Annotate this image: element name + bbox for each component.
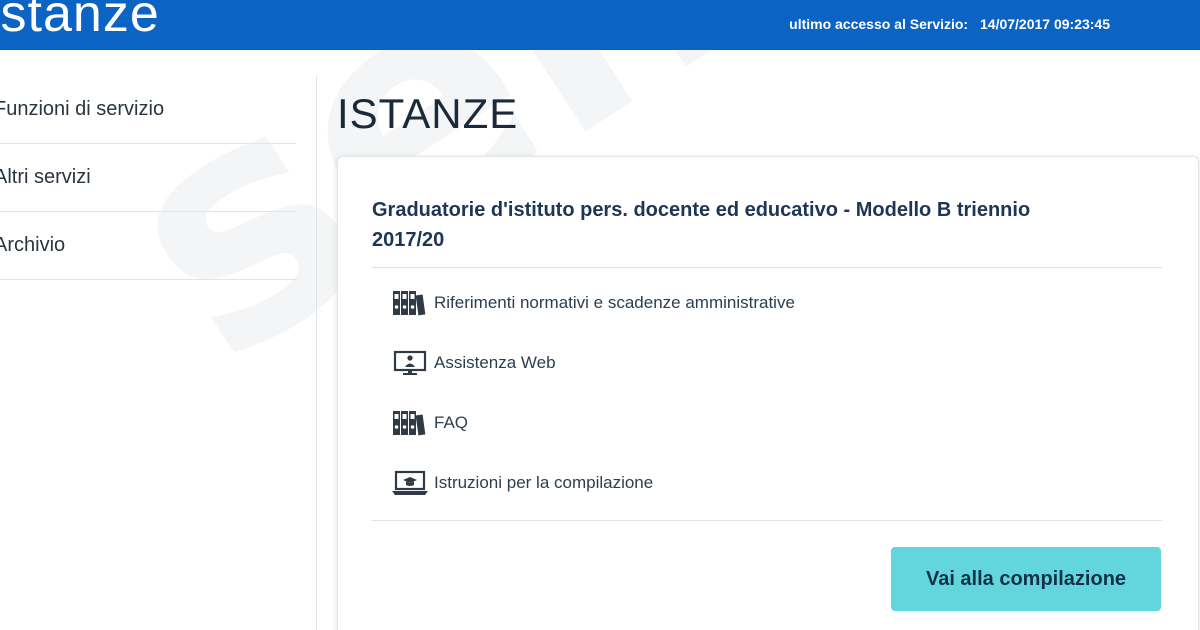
last-access-info: ultimo accesso al Servizio: 14/07/2017 0…: [789, 16, 1110, 32]
link-riferimenti-normativi[interactable]: Riferimenti normativi e scadenze amminis…: [390, 288, 795, 318]
app-title[interactable]: istanze: [0, 0, 160, 44]
monitor-user-icon: [390, 350, 430, 376]
vai-alla-compilazione-button[interactable]: Vai alla compilazione: [891, 547, 1161, 611]
sidebar-item-label: Archivio: [0, 234, 66, 256]
sidebar-item-label: Altri servizi: [0, 166, 91, 188]
last-access-timestamp: 14/07/2017 09:23:45: [980, 16, 1110, 32]
link-label: Istruzioni per la compilazione: [434, 473, 654, 492]
header-bar: istanze ultimo accesso al Servizio: 14/0…: [0, 0, 1200, 50]
card-title: Graduatorie d'istituto pers. docente ed …: [372, 199, 1031, 251]
sidebar-item-funzioni-di-servizio[interactable]: Funzioni di servizio: [0, 76, 296, 144]
binders-icon: [390, 410, 430, 436]
laptop-graduation-icon: [390, 470, 430, 496]
sidebar-item-label: Funzioni di servizio: [0, 98, 165, 120]
link-label: Assistenza Web: [434, 353, 556, 372]
card-divider-bottom: [372, 520, 1162, 521]
last-access-label: ultimo accesso al Servizio:: [789, 16, 969, 32]
page-title: ISTANZE: [337, 90, 519, 137]
sidebar-item-altri-servizi[interactable]: Altri servizi: [0, 144, 296, 212]
link-faq[interactable]: FAQ: [390, 408, 468, 438]
page: senex.it istanze ultimo accesso al Servi…: [0, 0, 1200, 630]
card-divider-top: [372, 267, 1162, 268]
link-istruzioni-compilazione[interactable]: Istruzioni per la compilazione: [390, 468, 653, 498]
link-label: Riferimenti normativi e scadenze amminis…: [434, 293, 795, 312]
link-assistenza-web[interactable]: Assistenza Web: [390, 348, 556, 378]
sidebar: Funzioni di servizio Altri servizi Archi…: [0, 76, 296, 630]
binders-icon: [390, 290, 430, 316]
istanza-card: Graduatorie d'istituto pers. docente ed …: [337, 156, 1199, 630]
sidebar-item-archivio[interactable]: Archivio: [0, 212, 296, 280]
link-label: FAQ: [434, 413, 469, 432]
sidebar-divider: [316, 76, 317, 630]
